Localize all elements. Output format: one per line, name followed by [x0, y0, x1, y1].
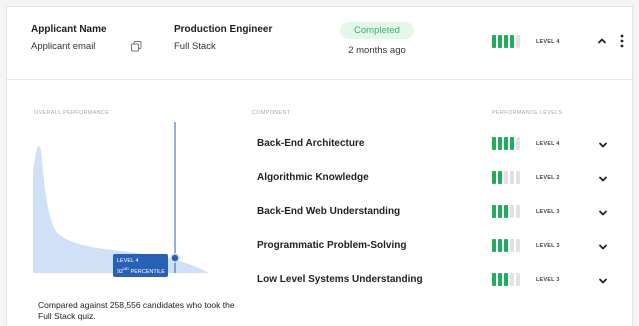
chevron-down-icon[interactable] [598, 208, 608, 218]
level-bar-filled [504, 35, 508, 48]
level-bar-filled [492, 35, 496, 48]
level-bar-empty [510, 171, 514, 184]
component-name: Back-End Architecture [257, 138, 365, 149]
performance-levels-header: PERFORMANCE LEVELS [492, 110, 563, 116]
level-bar-filled [492, 171, 496, 184]
level-bar-filled [498, 273, 502, 286]
component-level-bars [492, 273, 520, 286]
kebab-menu-icon[interactable] [620, 34, 624, 48]
level-bar-empty [516, 239, 520, 252]
level-bar-filled [504, 137, 508, 150]
copy-icon[interactable] [130, 40, 143, 53]
component-level-label: LEVEL 3 [536, 209, 560, 215]
level-bar-empty [510, 239, 514, 252]
component-name: Programmatic Problem-Solving [257, 240, 407, 251]
component-name: Low Level Systems Understanding [257, 274, 423, 285]
level-bar-filled [498, 171, 502, 184]
level-bar-empty [516, 171, 520, 184]
level-bar-empty [504, 171, 508, 184]
level-bar-empty [516, 205, 520, 218]
level-bar-filled [504, 239, 508, 252]
component-level-label: LEVEL 4 [536, 141, 560, 147]
level-bar-filled [492, 137, 496, 150]
level-bar-filled [498, 239, 502, 252]
component-level-label: LEVEL 3 [536, 243, 560, 249]
applicant-card: Applicant Name Applicant email Productio… [6, 6, 634, 326]
completed-time: 2 months ago [348, 45, 406, 56]
level-bar-filled [492, 205, 496, 218]
component-level-bars [492, 205, 520, 218]
level-bar-empty [516, 273, 520, 286]
header-divider [7, 79, 634, 80]
percentile-marker [170, 253, 180, 263]
level-bar-filled [498, 35, 502, 48]
chevron-up-icon[interactable] [597, 36, 607, 46]
component-level-label: LEVEL 3 [536, 277, 560, 283]
component-header: COMPONENT [252, 110, 291, 116]
level-bar-empty [510, 205, 514, 218]
status-badge: Completed [340, 22, 414, 39]
percentile-tooltip: LEVEL 4 92ND PERCENTILE [113, 254, 168, 277]
applicant-email: Applicant email [31, 41, 96, 52]
component-name: Algorithmic Knowledge [257, 172, 369, 183]
level-bar-filled [510, 137, 514, 150]
component-level-bars [492, 171, 520, 184]
level-bar-filled [504, 273, 508, 286]
overall-level-bars [492, 35, 520, 48]
component-name: Back-End Web Understanding [257, 206, 401, 217]
component-level-bars [492, 137, 520, 150]
tooltip-level: LEVEL 4 [117, 258, 139, 264]
level-bar-filled [498, 205, 502, 218]
component-level-label: LEVEL 2 [536, 175, 560, 181]
comparison-note: Compared against 258,556 candidates who … [38, 300, 235, 321]
chevron-down-icon[interactable] [598, 276, 608, 286]
overall-performance-header: OVERALL PERFORMANCE [34, 110, 110, 116]
overall-level-label: LEVEL 4 [536, 39, 560, 45]
chevron-down-icon[interactable] [598, 140, 608, 150]
role-title: Production Engineer [174, 24, 273, 35]
role-track: Full Stack [174, 41, 216, 52]
applicant-name: Applicant Name [31, 24, 107, 35]
level-bar-empty [510, 273, 514, 286]
chevron-down-icon[interactable] [598, 242, 608, 252]
tooltip-percentile: 92ND PERCENTILE [117, 266, 165, 275]
level-bar-filled [498, 137, 502, 150]
level-bar-empty [516, 137, 520, 150]
level-bar-empty [516, 35, 520, 48]
level-bar-filled [492, 273, 496, 286]
chevron-down-icon[interactable] [598, 174, 608, 184]
level-bar-filled [510, 35, 514, 48]
level-bar-filled [492, 239, 496, 252]
level-bar-filled [504, 205, 508, 218]
component-level-bars [492, 239, 520, 252]
